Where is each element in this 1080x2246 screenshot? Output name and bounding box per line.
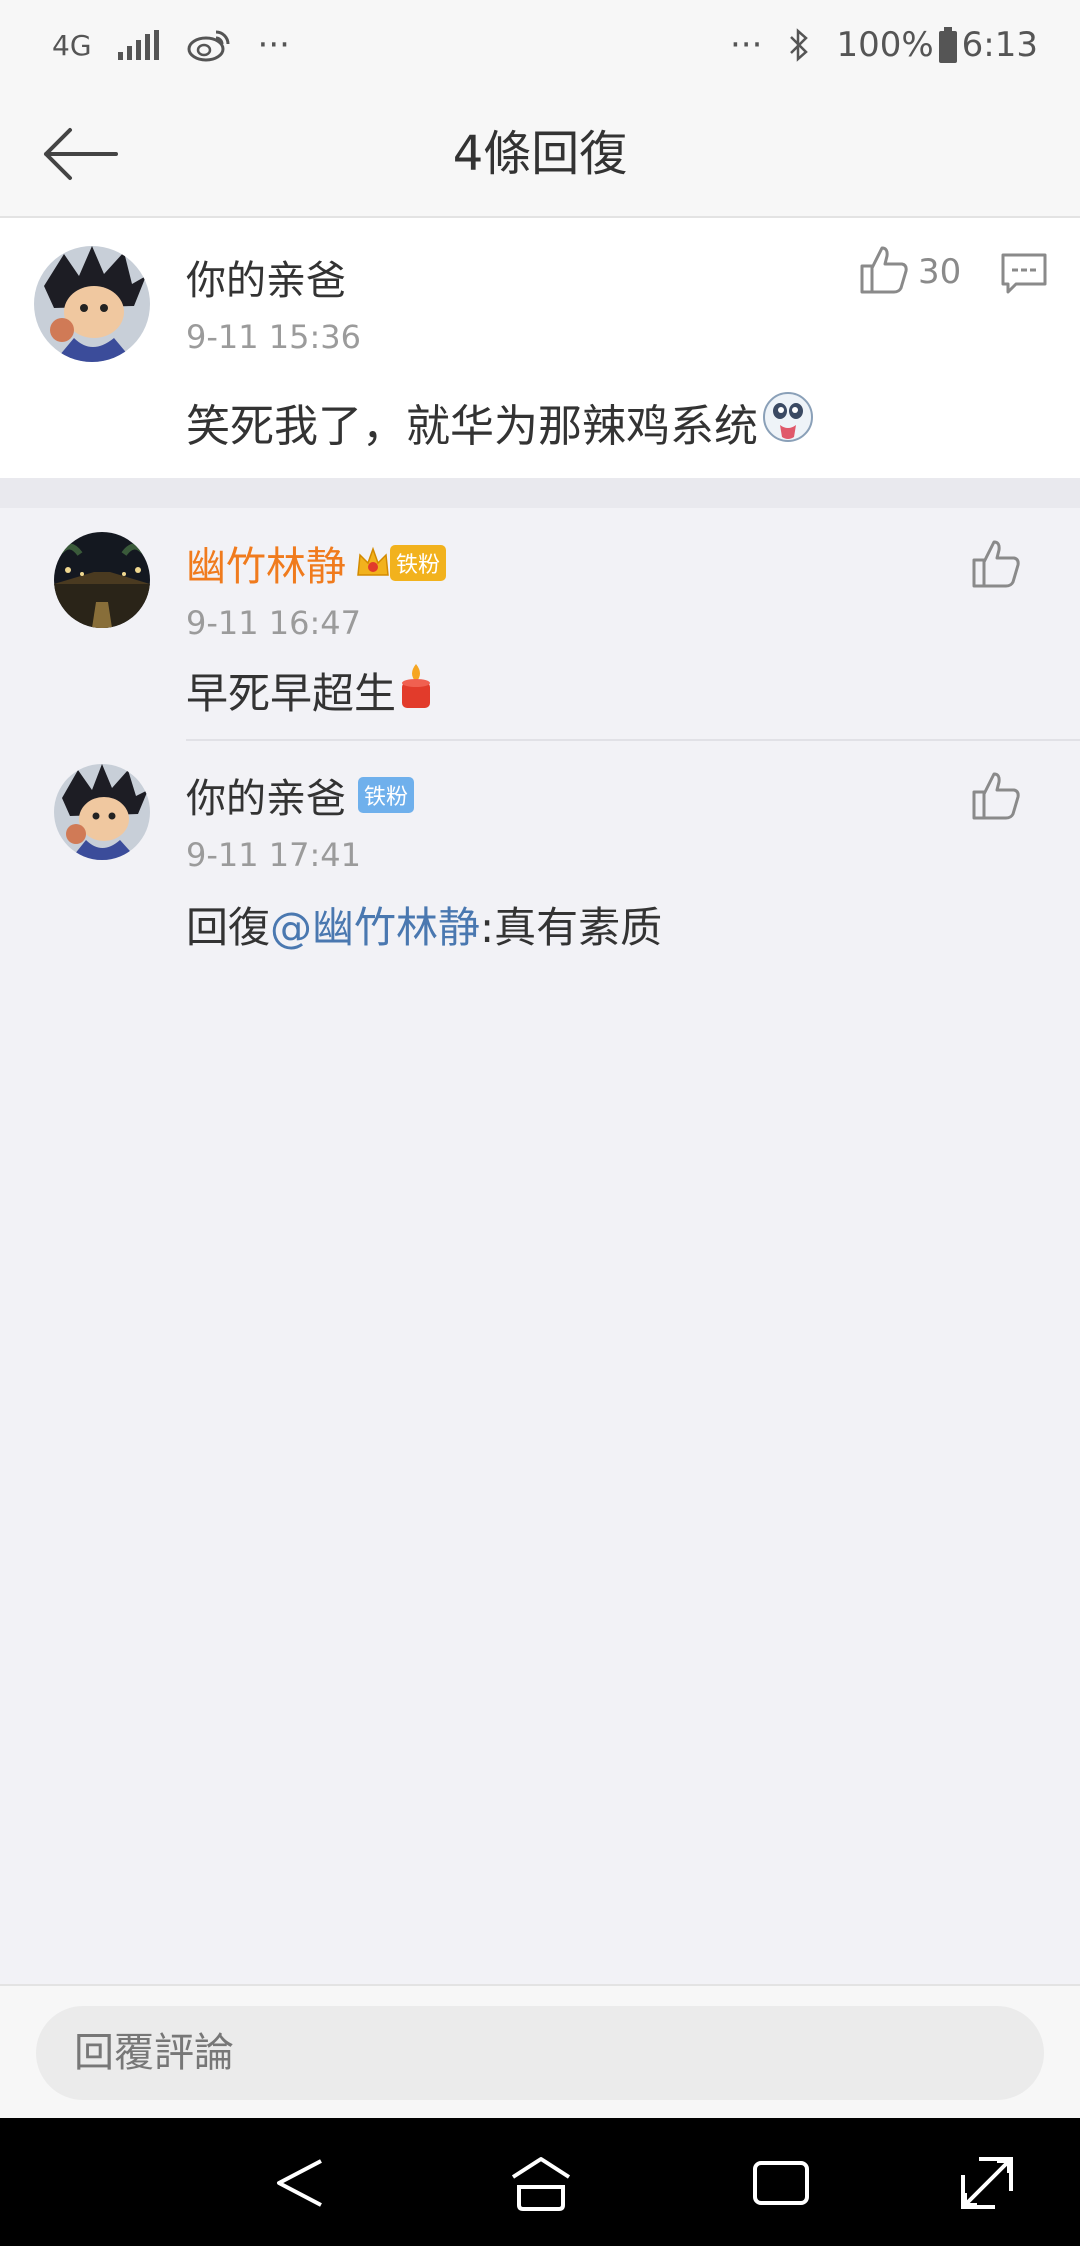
nav-back-button[interactable] (266, 2148, 336, 2218)
thumbs-up-icon[interactable] (970, 538, 1022, 590)
comment-username[interactable]: 你的亲爸 (186, 248, 346, 306)
page-title: 4條回復 (452, 126, 628, 182)
system-nav-bar (0, 2118, 1080, 2246)
network-label: 4G (52, 28, 92, 62)
avatar[interactable] (34, 246, 150, 362)
reply-list: 幽竹林静 铁粉 9-11 16:47 早死早超生 你的亲爸 铁粉 9-11 17… (0, 508, 1080, 970)
main-comment: 你的亲爸 9-11 15:36 笑死我了，就华为那辣鸡系统 30 (0, 218, 1080, 478)
avatar[interactable] (54, 532, 150, 628)
reply-text: 回復 @幽竹林静 :真有素质 (186, 894, 662, 955)
status-left: 4G ··· (52, 25, 290, 65)
battery-label: 100% (836, 25, 934, 65)
triangle-back-icon (277, 2159, 322, 2207)
nav-expand-button[interactable] (952, 2148, 1022, 2218)
reply-input-bar (0, 1984, 1080, 2118)
reply-input[interactable] (36, 2006, 1044, 2100)
thumbs-up-icon[interactable] (858, 244, 910, 296)
section-divider (0, 478, 1080, 508)
reply-username[interactable]: 幽竹林静 (186, 534, 346, 592)
reply-username-row: 幽竹林静 铁粉 (186, 534, 447, 592)
fan-badge-label: 铁粉 (390, 545, 447, 581)
reply-username-row: 你的亲爸 铁粉 (186, 766, 415, 824)
signal-icon (117, 30, 160, 60)
bluetooth-icon (788, 28, 810, 62)
battery-group: 100% 6:13 (836, 25, 1038, 65)
fan-badge-label: 铁粉 (358, 777, 415, 813)
clock: 6:13 (961, 25, 1038, 65)
comment-timestamp: 9-11 15:36 (186, 318, 362, 356)
status-right: ··· 100% 6:13 (730, 25, 1038, 65)
weibo-icon (186, 28, 232, 62)
fan-badge: 铁粉 (356, 545, 447, 581)
recents-icon (753, 2161, 809, 2205)
crown-icon (357, 546, 389, 576)
reply-timestamp: 9-11 17:41 (186, 836, 362, 874)
nav-recents-button[interactable] (746, 2148, 816, 2218)
more-left-label: ··· (257, 25, 290, 65)
reply-timestamp: 9-11 16:47 (186, 604, 362, 642)
reply-text-content: :真有素质 (480, 903, 663, 952)
mention-link[interactable]: @幽竹林静 (270, 894, 480, 955)
nav-bar: 4條回復 (0, 90, 1080, 218)
comment-bubble-icon[interactable] (1000, 252, 1048, 296)
candle-emoji-icon (396, 662, 436, 720)
reply-text-content: 早死早超生 (186, 669, 397, 718)
tongue-out-emoji-icon (762, 391, 814, 454)
more-right-label: ··· (730, 25, 763, 65)
reply-text: 早死早超生 (186, 660, 436, 721)
reply-divider (186, 739, 1080, 741)
reply-prefix: 回復 (186, 903, 271, 952)
battery-icon (938, 27, 958, 63)
avatar[interactable] (54, 764, 150, 860)
comment-text: 笑死我了，就华为那辣鸡系统 (186, 390, 814, 454)
like-count: 30 (918, 252, 962, 292)
expand-arrows-icon (961, 2157, 1013, 2209)
thumbs-up-icon[interactable] (970, 770, 1022, 822)
nav-home-button[interactable] (506, 2148, 576, 2218)
comment-text-content: 笑死我了，就华为那辣鸡系统 (186, 401, 758, 452)
home-icon (511, 2157, 571, 2211)
screen: 4G ··· ··· 100% 6:13 4條回復 你的亲爸 9-11 15:3… (0, 0, 1080, 2246)
reply-username[interactable]: 你的亲爸 (186, 766, 346, 824)
status-bar: 4G ··· ··· 100% 6:13 (0, 0, 1080, 90)
